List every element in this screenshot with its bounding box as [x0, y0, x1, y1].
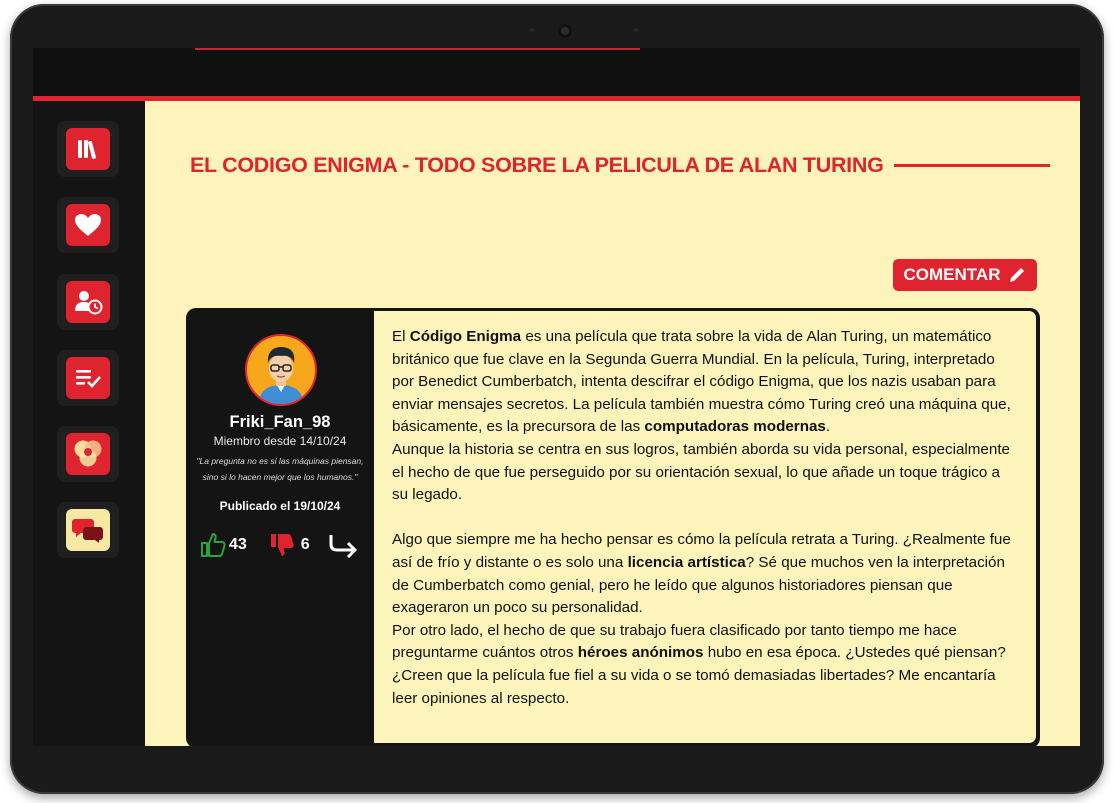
post-paragraph: El Código Enigma es una película que tra… [392, 326, 1018, 439]
sidebar-item-library[interactable] [57, 121, 119, 177]
comment-button[interactable]: COMENTAR [893, 259, 1037, 291]
post-paragraph: Aunque la historia se centra en sus logr… [392, 440, 1010, 504]
pencil-icon [1010, 268, 1025, 282]
sidebar-item-tasks[interactable] [57, 350, 119, 406]
checklist-icon [66, 357, 110, 399]
main-content: EL CODIGO ENIGMA - TODO SOBRE LA PELICUL… [145, 101, 1080, 746]
post-text: El [392, 328, 410, 345]
sensor-dot [530, 28, 534, 32]
vote-bar: 43 6 [200, 528, 370, 562]
post-bold-text: computadoras modernas [644, 418, 826, 436]
camera [558, 24, 572, 38]
author-quote-line: "La pregunta no es si las máquinas piens… [196, 456, 364, 466]
chat-bubbles-icon [66, 509, 110, 551]
top-bar-accent [195, 48, 640, 50]
user-clock-icon [66, 281, 110, 323]
author-quote-line: sino si lo hacen mejor que los humanos." [202, 472, 358, 482]
screen: EL CODIGO ENIGMA - TODO SOBRE LA PELICUL… [33, 48, 1080, 746]
share-arrow-icon [329, 535, 357, 558]
sensor-dot [634, 28, 638, 32]
share-button[interactable] [328, 532, 360, 558]
post-bold-text: Código Enigma [409, 328, 522, 345]
sidebar-item-favorites[interactable] [57, 197, 119, 253]
likes-count: 43 [229, 536, 247, 553]
venn-icon [66, 433, 110, 475]
sidebar [33, 101, 145, 746]
author-quote: "La pregunta no es si las máquinas piens… [191, 453, 369, 485]
sidebar-item-history[interactable] [57, 274, 119, 330]
thumbs-down-icon [270, 534, 294, 556]
thumbs-up-icon [201, 533, 226, 557]
post-body: El Código Enigma es una película que tra… [374, 311, 1036, 743]
dislikes-count: 6 [300, 536, 310, 553]
page-title: EL CODIGO ENIGMA - TODO SOBRE LA PELICUL… [190, 152, 884, 177]
like-button[interactable]: 43 [200, 532, 247, 558]
library-icon [66, 128, 110, 170]
author-member-since: Miembro desde 14/10/24 [213, 434, 347, 448]
dislike-button[interactable]: 6 [269, 532, 310, 558]
post-bold-text: héroes anónimos [577, 644, 704, 662]
sidebar-item-comparisons[interactable] [57, 426, 119, 482]
comment-button-label: COMENTAR [903, 265, 1001, 284]
post-paragraph: Algo que siempre me ha hecho pensar es c… [392, 529, 1018, 619]
heart-icon [66, 204, 110, 246]
sidebar-item-forum[interactable] [57, 502, 119, 558]
post-author-panel: Friki_Fan_98 Miembro desde 14/10/24 "La … [186, 308, 374, 746]
title-row: EL CODIGO ENIGMA - TODO SOBRE LA PELICUL… [190, 150, 1050, 180]
post-paragraph: Por otro lado, el hecho de que su trabaj… [392, 620, 1018, 710]
post-text: . [825, 418, 831, 436]
title-underline [893, 163, 1050, 167]
post-card: Friki_Fan_98 Miembro desde 14/10/24 "La … [186, 308, 1040, 746]
author-username[interactable]: Friki_Fan_98 [186, 413, 374, 432]
post-bold-text: licencia artística [627, 553, 746, 571]
published-date: Publicado el 19/10/24 [219, 499, 341, 513]
top-bar [33, 48, 1080, 101]
avatar[interactable] [245, 334, 317, 406]
